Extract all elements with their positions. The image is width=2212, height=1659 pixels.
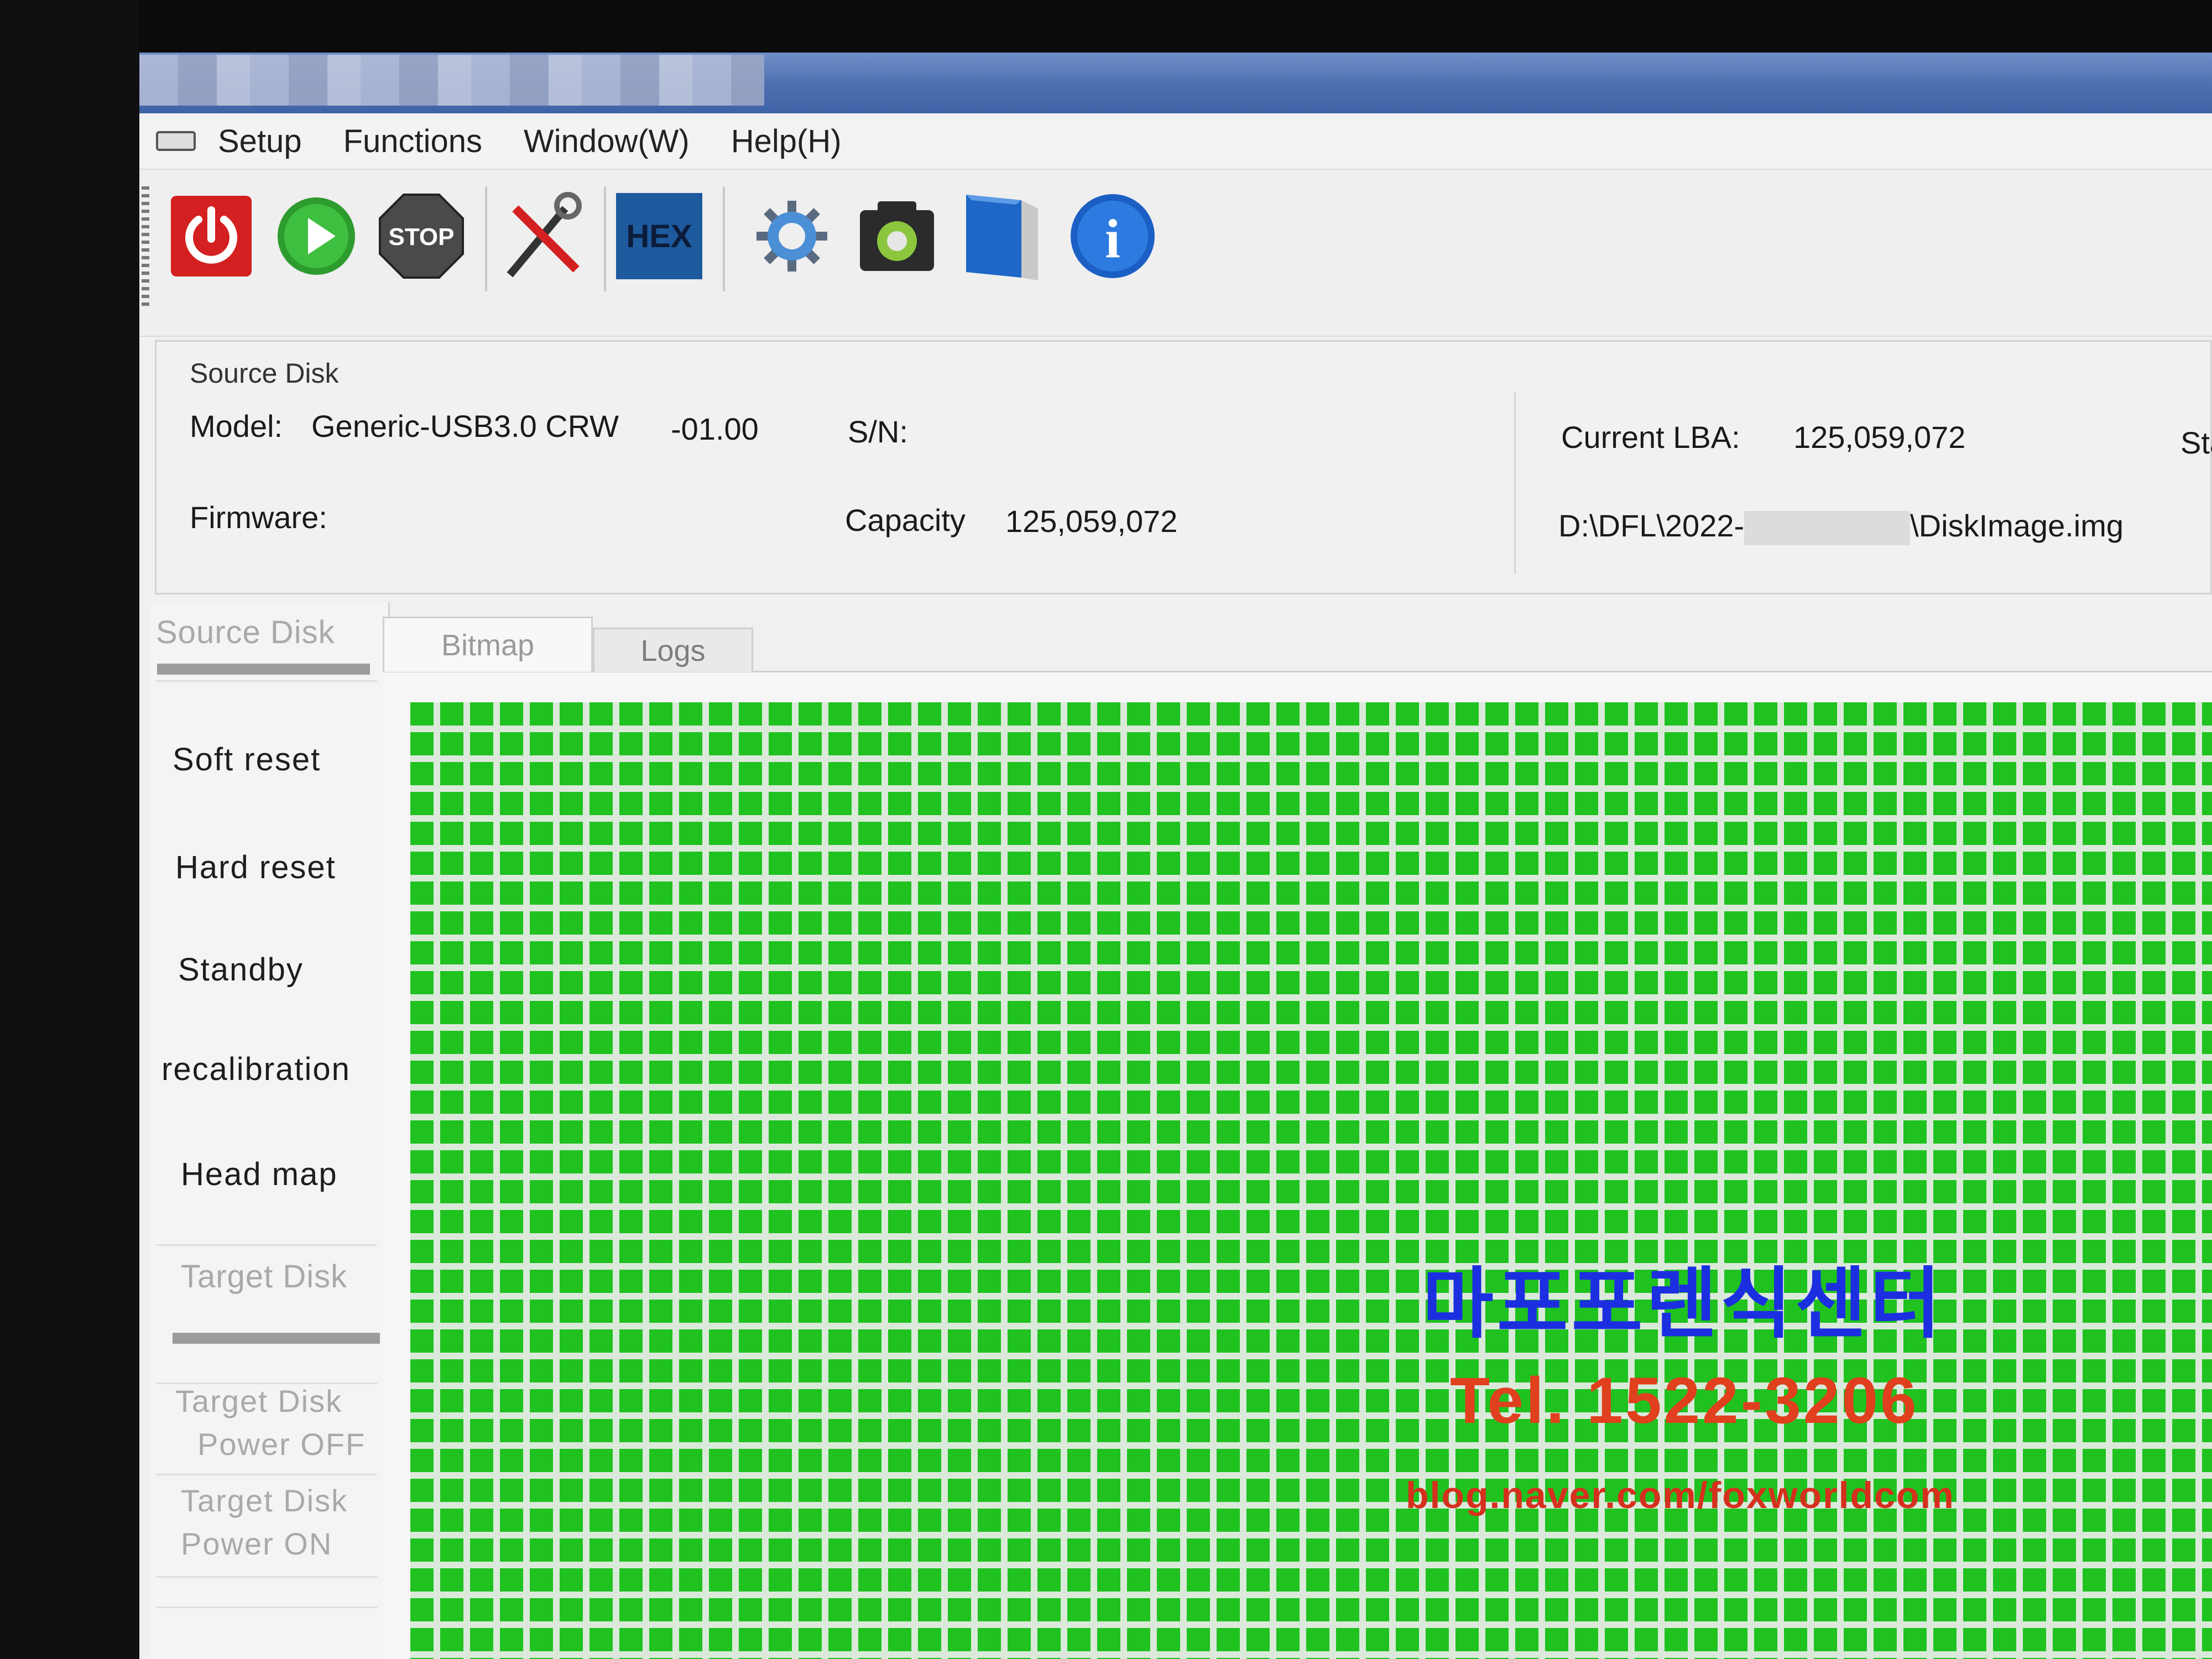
recalibration-button[interactable]: recalibration <box>161 1051 351 1088</box>
power-icon <box>171 196 252 276</box>
title-bar <box>139 53 2212 113</box>
toolbar: STOP HEX i <box>139 170 2212 337</box>
tools-button[interactable] <box>499 192 587 280</box>
current-lba-value: 125,059,072 <box>1793 420 1966 455</box>
watermark-phone: Tel. 1522-3206 <box>1450 1364 1919 1437</box>
menu-help[interactable]: Help(H) <box>731 123 842 160</box>
tab-logs[interactable]: Logs <box>593 628 753 672</box>
window-title-blurred <box>139 55 764 106</box>
sidebar-divider <box>156 1244 377 1246</box>
sidebar: Source Disk Soft reset Hard reset Standb… <box>150 603 390 1659</box>
toolbar-separator <box>723 186 725 291</box>
hex-button[interactable]: HEX <box>615 192 703 280</box>
head-map-button[interactable]: Head map <box>181 1156 338 1193</box>
hard-reset-button[interactable]: Hard reset <box>175 849 336 886</box>
target-power-on-button[interactable]: Target Disk Power ON <box>181 1479 348 1566</box>
about-button[interactable]: i <box>1068 192 1157 280</box>
watermark-title: 마포포렌식센터 <box>1422 1260 1944 1347</box>
sidebar-target-disk-heading: Target Disk <box>181 1259 348 1295</box>
source-disk-legend: Source Disk <box>190 358 339 389</box>
toolbar-grip[interactable] <box>142 186 149 308</box>
camera-icon <box>860 201 934 271</box>
play-icon <box>278 197 355 275</box>
model-revision: -01.00 <box>671 411 759 446</box>
svg-text:HEX: HEX <box>626 218 692 254</box>
info-icon: i <box>1071 194 1155 278</box>
target-power-on-line1: Target Disk <box>181 1483 348 1518</box>
svg-text:STOP: STOP <box>388 223 454 251</box>
target-power-off-line2: Power OFF <box>197 1427 366 1462</box>
model-label: Model: <box>190 409 283 444</box>
status-label-truncated: Sta <box>2180 425 2212 460</box>
monitor-bezel-top <box>0 0 2212 53</box>
settings-button[interactable] <box>748 192 836 280</box>
sidebar-divider <box>156 1606 377 1608</box>
target-power-off-button[interactable]: Target Disk Power OFF <box>175 1380 366 1466</box>
capacity-label: Capacity <box>845 503 966 538</box>
toolbar-separator <box>604 186 606 291</box>
gear-icon <box>757 201 827 272</box>
current-lba-label: Current LBA: <box>1561 420 1740 455</box>
target-power-on-line2: Power ON <box>181 1526 333 1561</box>
stop-icon: STOP <box>379 194 464 279</box>
stop-button[interactable]: STOP <box>377 192 466 280</box>
image-path-suffix: \DiskImage.img <box>1910 508 2124 543</box>
image-path: D:\DFL\2022- \DiskImage.img <box>1558 508 2124 546</box>
image-path-prefix: D:\DFL\2022- <box>1558 508 1745 543</box>
firmware-label: Firmware: <box>190 500 327 535</box>
menu-setup[interactable]: Setup <box>218 123 302 160</box>
sidebar-source-disk-heading: Source Disk <box>156 614 335 650</box>
watermark-url: blog.naver.com/foxworldcom <box>1406 1474 1955 1516</box>
sidebar-divider <box>156 1576 377 1578</box>
sidebar-divider <box>156 1474 377 1475</box>
sn-label: S/N: <box>848 414 908 449</box>
menu-bar: Setup Functions Window(W) Help(H) <box>139 113 2212 170</box>
menu-window[interactable]: Window(W) <box>524 123 690 160</box>
manual-button[interactable] <box>958 192 1046 280</box>
toolbar-separator <box>485 186 487 291</box>
monitor-bezel-left <box>0 0 138 1659</box>
start-button[interactable] <box>272 192 361 280</box>
target-power-off-line1: Target Disk <box>175 1384 343 1418</box>
tools-icon <box>507 192 582 278</box>
tab-bitmap[interactable]: Bitmap <box>383 617 593 672</box>
hex-icon: HEX <box>616 193 702 279</box>
model-value: Generic-USB3.0 CRW <box>311 409 619 444</box>
power-button[interactable] <box>167 192 255 280</box>
capacity-value: 125,059,072 <box>1005 504 1178 539</box>
book-icon <box>966 195 1038 280</box>
snapshot-button[interactable] <box>853 192 941 280</box>
app-window: Setup Functions Window(W) Help(H) STOP H… <box>139 53 2212 1659</box>
soft-reset-button[interactable]: Soft reset <box>173 741 321 778</box>
source-disk-panel: Source Disk Model: Generic-USB3.0 CRW -0… <box>155 340 2212 594</box>
sidebar-target-separator <box>173 1333 380 1344</box>
sidebar-source-separator <box>157 664 370 675</box>
panel-divider <box>1514 392 1516 574</box>
menu-functions[interactable]: Functions <box>343 123 482 160</box>
svg-text:i: i <box>1105 208 1120 269</box>
standby-button[interactable]: Standby <box>178 951 304 988</box>
redacted-path-segment <box>1744 511 1911 546</box>
sidebar-divider <box>156 680 377 682</box>
drive-icon <box>156 131 196 151</box>
